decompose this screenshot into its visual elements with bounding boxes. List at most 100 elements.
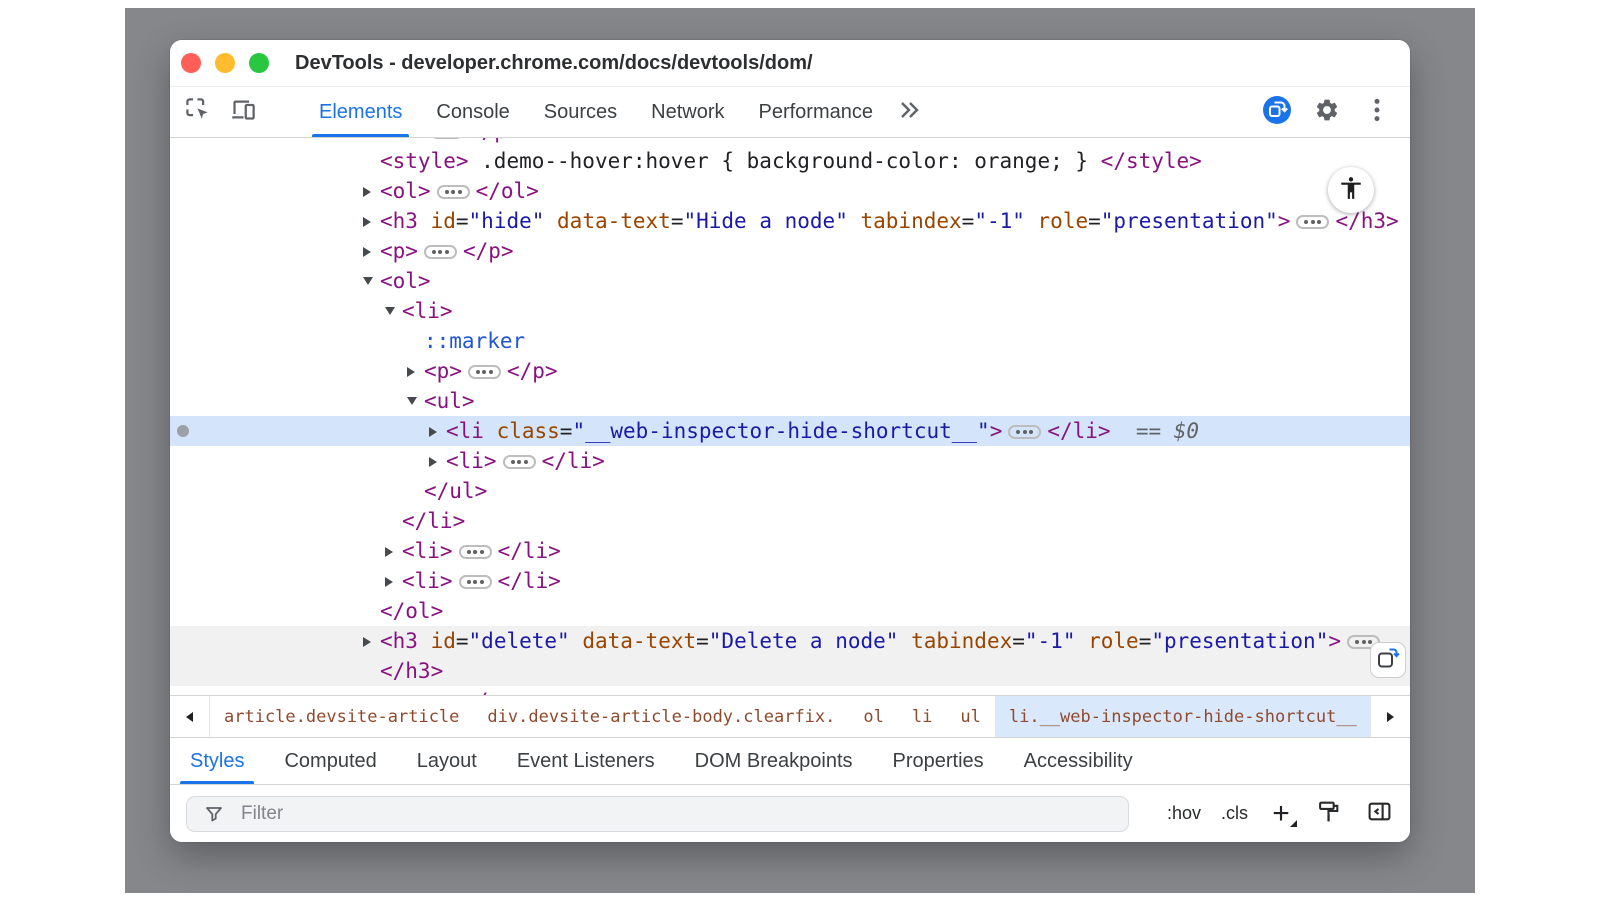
expand-arrow-icon[interactable] [407,356,424,386]
breadcrumb-item[interactable]: ol [849,696,897,737]
node-marker-dot [177,425,189,437]
code-token-base: = [962,209,975,233]
toolbar-tabs: ElementsConsoleSourcesNetworkPerformance [302,87,890,137]
dom-tree[interactable]: </p><style> .demo--hover:hover { backgro… [170,138,1410,695]
breadcrumb-item[interactable]: div.devsite-article-body.clearfix. [473,696,849,737]
dom-tree-row[interactable]: <ol></ol> [170,176,1410,206]
code-token-tag: <ol> [380,179,431,203]
code-token-attr: id [418,209,456,233]
code-token-attr: tabindex [898,629,1012,653]
close-button[interactable] [181,53,201,73]
inspect-element-button[interactable] [180,95,214,129]
dom-tree-row[interactable]: <p></p> [170,686,1410,695]
dom-tree-row[interactable]: <li class="__web-inspector-hide-shortcut… [170,416,1410,446]
expand-arrow-icon[interactable] [363,686,380,695]
pseudo-state-toggle[interactable]: :hov [1167,803,1201,824]
sidebar-tab-dom-breakpoints[interactable]: DOM Breakpoints [675,738,873,784]
breadcrumb-item[interactable]: ul [946,696,994,737]
tab-sources[interactable]: Sources [527,87,634,137]
dom-tree-row[interactable]: <p></p> [170,236,1410,266]
code-token-tag: <li [446,419,484,443]
code-token-tag: </p> [463,239,514,263]
settings-button[interactable] [1310,95,1344,129]
ellipsis-expand-button[interactable] [459,545,492,559]
breadcrumb-item[interactable]: article.devsite-article [210,696,473,737]
accessibility-tree-button[interactable] [1328,167,1374,213]
expand-arrow-icon[interactable] [363,206,380,236]
expand-arrow-icon[interactable] [385,566,402,596]
ellipsis-expand-button[interactable] [468,365,501,379]
tab-elements[interactable]: Elements [302,87,419,137]
sidebar-tab-layout[interactable]: Layout [397,738,497,784]
dom-tree-row[interactable]: <li></li> [170,446,1410,476]
code-token-tag: </li> [1047,419,1110,443]
more-tabs-button[interactable] [894,95,924,129]
dom-tree-row[interactable]: <style> .demo--hover:hover { background-… [170,146,1410,176]
code-token-dollar: $0 [1174,419,1199,443]
paint-roller-icon [1317,799,1342,829]
dom-tree-row[interactable]: </ol> [170,596,1410,626]
ellipsis-expand-button[interactable] [459,575,492,589]
dom-tree-row[interactable]: <p></p> [170,356,1410,386]
zoom-button[interactable] [249,53,269,73]
dom-tree-row[interactable]: ::marker [170,326,1410,356]
dom-tree-row[interactable]: <ul> [170,386,1410,416]
code-token-tag: </style> [1101,149,1202,173]
code-token-attr: role [1025,209,1088,233]
code-token-base: = [560,419,573,443]
dom-tree-row[interactable]: <li></li> [170,566,1410,596]
expand-arrow-icon[interactable] [385,296,402,326]
ellipsis-expand-button[interactable] [437,185,470,199]
sync-button[interactable] [1260,95,1294,129]
sidebar-tab-computed[interactable]: Computed [264,738,396,784]
expand-arrow-icon[interactable] [429,446,446,476]
expand-arrow-icon[interactable] [429,416,446,446]
dom-tree-row[interactable]: </p> [170,138,1410,146]
expand-arrow-icon[interactable] [363,236,380,266]
new-style-rule-button[interactable]: + [1268,798,1294,830]
ellipsis-expand-button[interactable] [424,245,457,259]
switch-view-button[interactable] [1370,642,1406,678]
main-menu-button[interactable] [1360,95,1394,129]
code-token-base: = [456,629,469,653]
expand-arrow-icon[interactable] [385,536,402,566]
ellipsis-expand-button[interactable] [1296,215,1329,229]
tab-console[interactable]: Console [419,87,526,137]
dom-tree-row[interactable]: </h3> [170,656,1410,686]
minimize-button[interactable] [215,53,235,73]
dom-tree-row[interactable]: <li> [170,296,1410,326]
styles-filter-input[interactable] [239,802,1116,826]
breadcrumb-item[interactable]: li.__web-inspector-hide-shortcut__ [995,696,1370,737]
device-toolbar-button[interactable] [226,95,260,129]
expand-arrow-icon[interactable] [407,386,424,416]
tab-network[interactable]: Network [634,87,741,137]
toggle-sidebar-button[interactable] [1364,799,1394,829]
dom-tree-row[interactable]: </ul> [170,476,1410,506]
expand-arrow-icon[interactable] [363,176,380,206]
expand-arrow-icon[interactable] [363,266,380,296]
dom-tree-row[interactable]: </li> [170,506,1410,536]
code-token-tag: <p> [424,359,462,383]
sidebar-tab-properties[interactable]: Properties [873,738,1004,784]
ellipsis-expand-button[interactable] [503,455,536,469]
breadcrumb-item[interactable]: li [898,696,946,737]
sidebar-tabs: StylesComputedLayoutEvent ListenersDOM B… [170,737,1410,785]
sidebar-tab-styles[interactable]: Styles [170,738,264,784]
element-classes-toggle[interactable]: .cls [1221,803,1248,824]
dom-tree-row[interactable]: <ol> [170,266,1410,296]
code-token-val: "Hide a node" [683,209,847,233]
ellipsis-expand-button[interactable] [430,138,463,139]
rendering-emulation-button[interactable] [1314,799,1344,829]
device-toolbar-icon [230,96,257,128]
dom-tree-row[interactable]: <li></li> [170,536,1410,566]
breadcrumb-scroll-left-button[interactable] [170,696,210,737]
ellipsis-expand-button[interactable] [1008,425,1041,439]
tab-performance[interactable]: Performance [742,87,891,137]
code-token-tag: </li> [402,509,465,533]
sidebar-tab-event-listeners[interactable]: Event Listeners [497,738,675,784]
dom-tree-row[interactable]: <h3 id="hide" data-text="Hide a node" ta… [170,206,1410,236]
breadcrumb-scroll-right-button[interactable] [1370,696,1410,737]
sidebar-tab-accessibility[interactable]: Accessibility [1004,738,1153,784]
dom-tree-row[interactable]: <h3 id="delete" data-text="Delete a node… [170,626,1410,656]
expand-arrow-icon[interactable] [363,626,380,656]
